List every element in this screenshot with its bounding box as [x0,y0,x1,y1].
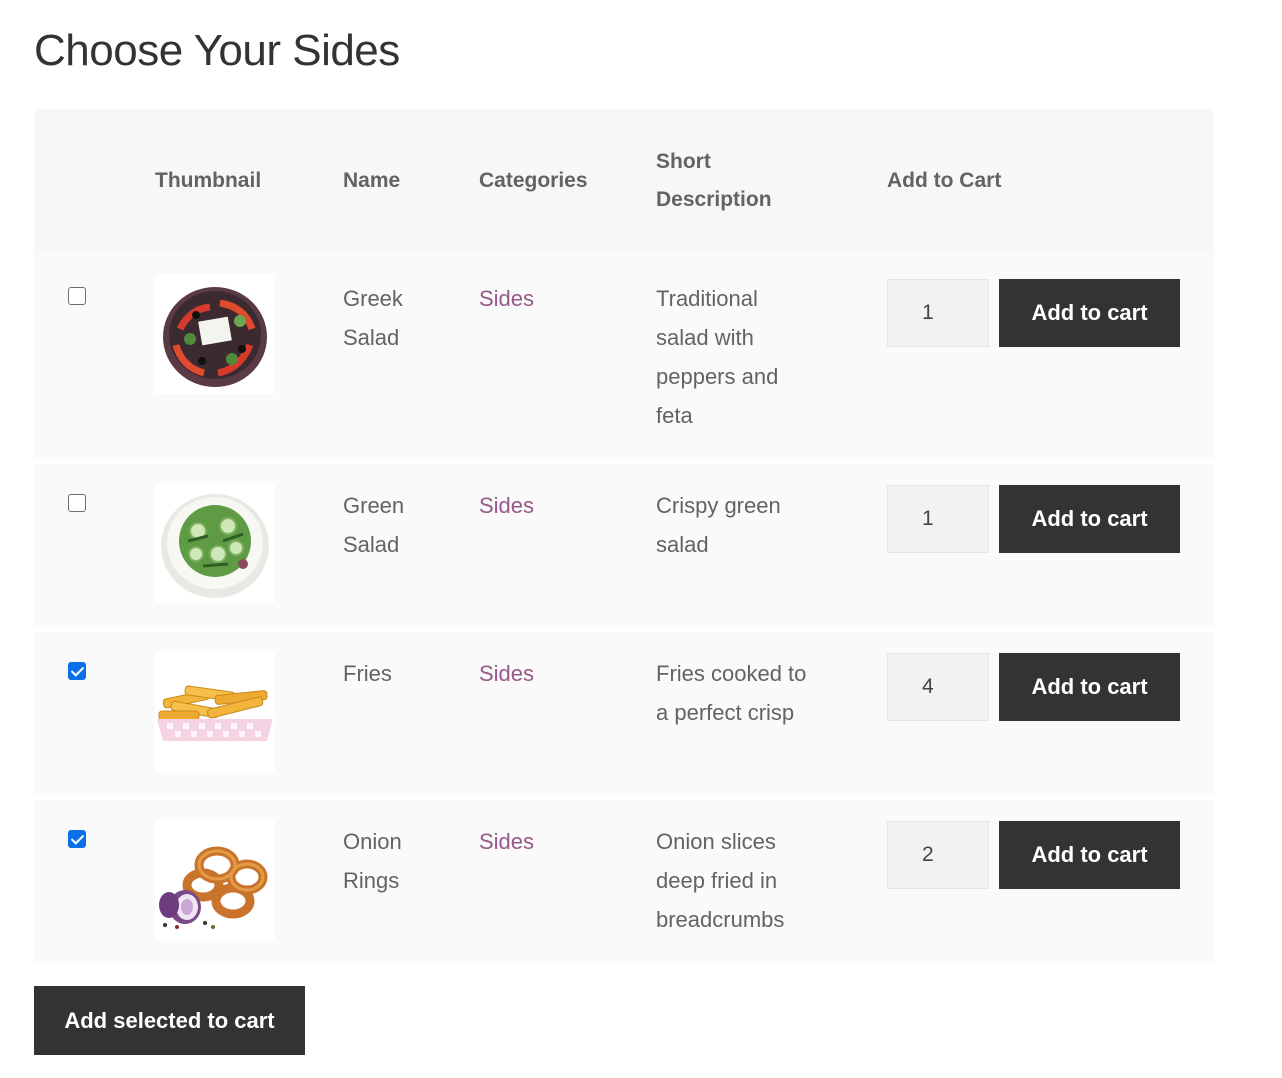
description-line: Traditional [656,286,758,311]
product-name[interactable]: Green Salad [343,486,453,564]
description-line: salad with [656,325,754,350]
short-description: Onion slices deep fried in breadcrumbs [656,822,836,939]
product-name-line: Salad [343,532,400,557]
row-select-checkbox[interactable] [68,662,86,680]
header-name: Name [343,169,401,192]
category-link[interactable]: Sides [479,654,534,693]
onion-rings-image[interactable] [155,820,275,940]
quantity-input[interactable]: 4 [887,653,989,721]
product-name-line: Rings [343,868,400,893]
add-to-cart-button[interactable]: Add to cart [999,485,1180,553]
short-description: Fries cooked to a perfect crisp [656,654,836,732]
row-select-checkbox[interactable] [68,287,86,305]
description-line: Fries cooked to [656,661,807,686]
table-row: Green Salad Sides Crispy green salad 1 A… [34,460,1214,628]
header-short-description: Short Description [656,143,772,219]
product-name[interactable]: Onion Rings [343,822,453,900]
description-line: breadcrumbs [656,907,785,932]
product-name-line: Greek [343,286,403,311]
table-row: Greek Salad Sides Traditional salad with… [34,254,1214,460]
table-row: Fries Sides Fries cooked to a perfect cr… [34,628,1214,796]
product-name-line: Salad [343,325,400,350]
header-short-description-line1: Short [656,150,711,173]
short-description: Traditional salad with peppers and feta [656,279,836,435]
quantity-input[interactable]: 2 [887,821,989,889]
header-categories: Categories [479,169,588,192]
table-header: Thumbnail Name Categories Short Descript… [34,109,1214,254]
product-name[interactable]: Greek Salad [343,279,453,357]
table-row: Onion Rings Sides Onion slices deep frie… [34,796,1214,964]
quantity-input[interactable]: 1 [887,485,989,553]
description-line: Onion slices [656,829,776,854]
add-to-cart-button[interactable]: Add to cart [999,821,1180,889]
page-title: Choose Your Sides [34,26,400,75]
quantity-input[interactable]: 1 [887,279,989,347]
product-name[interactable]: Fries [343,654,453,693]
category-link[interactable]: Sides [479,279,534,318]
header-short-description-line2: Description [656,188,772,211]
green-salad-image[interactable] [155,483,275,603]
category-link[interactable]: Sides [479,822,534,861]
description-line: salad [656,532,709,557]
description-line: peppers and [656,364,779,389]
row-select-checkbox[interactable] [68,494,86,512]
row-select-checkbox[interactable] [68,830,86,848]
category-link[interactable]: Sides [479,486,534,525]
description-line: Crispy green [656,493,781,518]
product-name-line: Fries [343,661,392,686]
description-line: a perfect crisp [656,700,795,725]
products-table: Thumbnail Name Categories Short Descript… [34,109,1214,964]
product-name-line: Onion [343,829,402,854]
header-thumbnail: Thumbnail [155,169,262,192]
add-to-cart-button[interactable]: Add to cart [999,279,1180,347]
short-description: Crispy green salad [656,486,836,564]
description-line: deep fried in [656,868,778,893]
add-selected-to-cart-button[interactable]: Add selected to cart [34,986,305,1055]
fries-image[interactable] [155,652,275,772]
add-to-cart-button[interactable]: Add to cart [999,653,1180,721]
description-line: feta [656,403,693,428]
header-add-to-cart: Add to Cart [887,169,1002,192]
product-name-line: Green [343,493,405,518]
greek-salad-image[interactable] [155,274,275,394]
